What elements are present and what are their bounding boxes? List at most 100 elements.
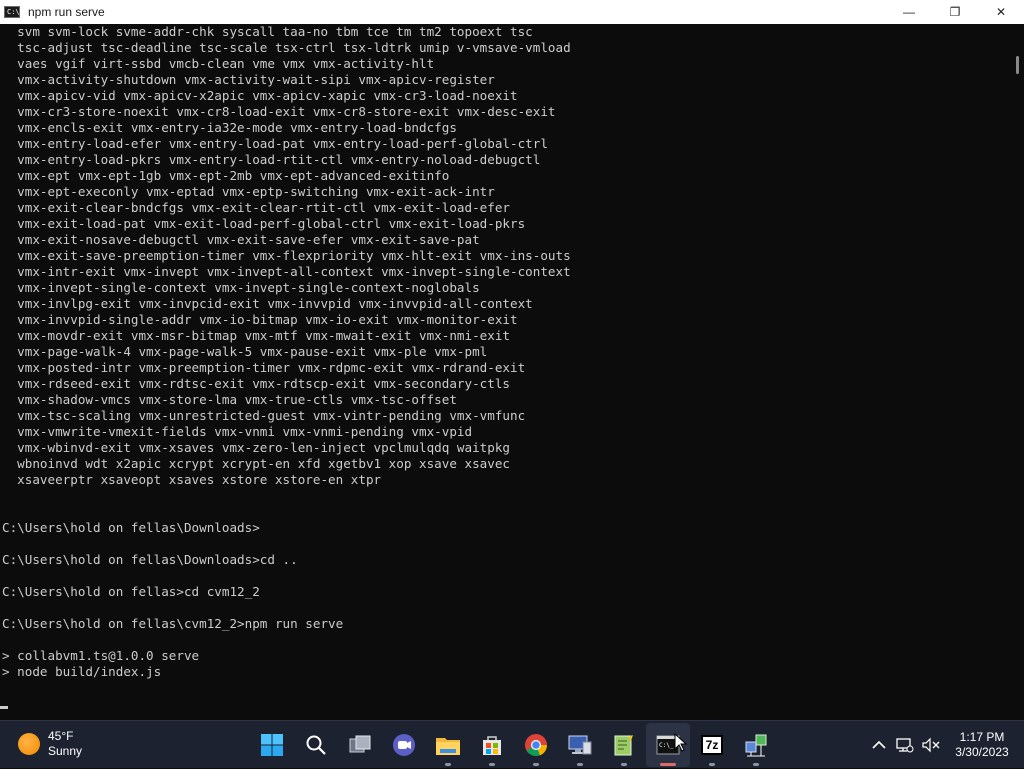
clock-time: 1:17 PM bbox=[959, 730, 1005, 744]
title-bar[interactable]: C:\ npm run serve — ❐ ✕ bbox=[0, 0, 1024, 24]
terminal-line: vmx-apicv-vid vmx-apicv-x2apic vmx-apicv… bbox=[2, 88, 518, 103]
system-tray bbox=[866, 721, 944, 769]
terminal-line: > node build/index.js bbox=[2, 664, 162, 679]
scrollbar-thumb[interactable] bbox=[1016, 56, 1019, 74]
folder-icon bbox=[436, 738, 460, 755]
terminal-line: vmx-vmwrite-vmexit-fields vmx-vnmi vmx-v… bbox=[2, 424, 473, 439]
command-prompt-window[interactable]: C:\ npm run serve — ❐ ✕ svm svm-lock svm… bbox=[0, 0, 1024, 720]
active-indicator bbox=[660, 763, 676, 766]
volume-button[interactable] bbox=[918, 737, 944, 753]
terminal-line: vmx-exit-save-preemption-timer vmx-flexp… bbox=[2, 248, 571, 263]
terminal-line: vmx-activity-shutdown vmx-activity-wait-… bbox=[2, 72, 495, 87]
terminal-line: vmx-invlpg-exit vmx-invpcid-exit vmx-inv… bbox=[2, 296, 533, 311]
network-icon bbox=[745, 734, 767, 757]
terminal-line: vmx-intr-exit vmx-invept vmx-invept-all-… bbox=[2, 264, 571, 279]
terminal-line: vmx-posted-intr vmx-preemption-timer vmx… bbox=[2, 360, 526, 375]
terminal-line: vmx-cr3-store-noexit vmx-cr8-load-exit v… bbox=[2, 104, 556, 119]
chat-icon bbox=[393, 734, 415, 756]
terminal-line: xsaveerptr xsaveopt xsaves xstore xstore… bbox=[2, 472, 382, 487]
minimize-button[interactable]: — bbox=[886, 0, 932, 24]
terminal-line: vmx-movdr-exit vmx-msr-bitmap vmx-mtf vm… bbox=[2, 328, 510, 343]
show-hidden-icons-button[interactable] bbox=[866, 740, 892, 750]
computer-icon bbox=[568, 735, 592, 755]
terminal-line: vmx-shadow-vmcs vmx-store-lma vmx-true-c… bbox=[2, 392, 457, 407]
7zip-icon: 7z bbox=[701, 735, 723, 755]
close-button[interactable]: ✕ bbox=[978, 0, 1024, 24]
microsoft-store-button[interactable] bbox=[470, 723, 514, 767]
volume-muted-icon bbox=[922, 737, 940, 753]
clock-date: 3/30/2023 bbox=[955, 745, 1009, 759]
cmd-app-icon: C:\ bbox=[4, 6, 20, 18]
taskbar: 45°F Sunny C:\_ 7z 1:17 PM 3/30/2023 bbox=[0, 720, 1024, 768]
terminal-line: vmx-page-walk-4 vmx-page-walk-5 vmx-paus… bbox=[2, 344, 488, 359]
sun-icon bbox=[18, 733, 40, 755]
terminal-line: C:\Users\hold on fellas>cd cvm12_2 bbox=[2, 584, 260, 599]
terminal-line: vmx-rdseed-exit vmx-rdtsc-exit vmx-rdtsc… bbox=[2, 376, 510, 391]
taskbar-apps: C:\_ 7z bbox=[250, 721, 778, 769]
taskbar-clock[interactable]: 1:17 PM 3/30/2023 bbox=[944, 730, 1020, 760]
notepad-plus-button[interactable] bbox=[602, 723, 646, 767]
network-tool-button[interactable] bbox=[734, 723, 778, 767]
terminal-line: vmx-entry-load-pkrs vmx-entry-load-rtit-… bbox=[2, 152, 541, 167]
weather-widget[interactable]: 45°F Sunny bbox=[18, 729, 82, 759]
vm-app-button[interactable] bbox=[558, 723, 602, 767]
store-icon bbox=[483, 736, 501, 755]
chrome-button[interactable] bbox=[514, 723, 558, 767]
running-indicator bbox=[621, 763, 627, 766]
running-indicator bbox=[753, 763, 759, 766]
network-status-button[interactable] bbox=[892, 737, 918, 753]
search-button[interactable] bbox=[294, 723, 338, 767]
teams-chat-button[interactable] bbox=[382, 723, 426, 767]
terminal-line: vmx-tsc-scaling vmx-unrestricted-guest v… bbox=[2, 408, 526, 423]
terminal-line: vmx-encls-exit vmx-entry-ia32e-mode vmx-… bbox=[2, 120, 457, 135]
terminal-line: vaes vgif virt-ssbd vmcb-clean vme vmx v… bbox=[2, 56, 435, 71]
running-indicator bbox=[577, 763, 583, 766]
terminal-line: C:\Users\hold on fellas\cvm12_2>npm run … bbox=[2, 616, 344, 631]
terminal-line: vmx-invvpid-single-addr vmx-io-bitmap vm… bbox=[2, 312, 518, 327]
task-view-icon bbox=[349, 735, 371, 753]
maximize-button[interactable]: ❐ bbox=[932, 0, 978, 24]
weather-condition: Sunny bbox=[48, 744, 83, 758]
running-indicator bbox=[533, 763, 539, 766]
terminal-line: vmx-ept-execonly vmx-eptad vmx-eptp-swit… bbox=[2, 184, 495, 199]
terminal-line: vmx-ept vmx-ept-1gb vmx-ept-2mb vmx-ept-… bbox=[2, 168, 450, 183]
chrome-icon bbox=[525, 734, 548, 757]
notepad-icon bbox=[614, 735, 633, 756]
terminal-line: C:\Users\hold on fellas\Downloads>cd .. bbox=[2, 552, 298, 567]
terminal-line: vmx-entry-load-efer vmx-entry-load-pat v… bbox=[2, 136, 548, 151]
start-button[interactable] bbox=[250, 723, 294, 767]
terminal-line: C:\Users\hold on fellas\Downloads> bbox=[2, 520, 260, 535]
ethernet-icon bbox=[896, 738, 914, 753]
terminal-line: vmx-wbinvd-exit vmx-xsaves vmx-zero-len-… bbox=[2, 440, 510, 455]
running-indicator bbox=[489, 763, 495, 766]
terminal-output[interactable]: svm svm-lock svme-addr-chk syscall taa-n… bbox=[0, 24, 1012, 720]
terminal-cursor bbox=[0, 706, 8, 709]
terminal-scrollbar[interactable] bbox=[1012, 24, 1024, 720]
terminal-line: vmx-exit-clear-bndcfgs vmx-exit-clear-rt… bbox=[2, 200, 510, 215]
windows-logo-icon bbox=[261, 734, 283, 756]
terminal-line: vmx-exit-load-pat vmx-exit-load-perf-glo… bbox=[2, 216, 526, 231]
running-indicator bbox=[709, 763, 715, 766]
weather-temp: 45°F bbox=[48, 729, 74, 743]
running-indicator bbox=[445, 763, 451, 766]
search-icon bbox=[306, 735, 326, 755]
window-title: npm run serve bbox=[28, 5, 105, 19]
svg-text:C:\_: C:\_ bbox=[659, 742, 674, 749]
terminal-line: svm svm-lock svme-addr-chk syscall taa-n… bbox=[2, 24, 533, 39]
7zip-button[interactable]: 7z bbox=[690, 723, 734, 767]
terminal-line: tsc-adjust tsc-deadline tsc-scale tsx-ct… bbox=[2, 40, 571, 55]
chevron-up-icon bbox=[872, 740, 886, 749]
mouse-cursor-icon bbox=[674, 732, 688, 758]
terminal-line: vmx-invept-single-context vmx-invept-sin… bbox=[2, 280, 480, 295]
file-explorer-button[interactable] bbox=[426, 723, 470, 767]
terminal-line: vmx-exit-nosave-debugctl vmx-exit-save-e… bbox=[2, 232, 480, 247]
terminal-line: > collabvm1.ts@1.0.0 serve bbox=[2, 648, 200, 663]
terminal-line: wbnoinvd wdt x2apic xcrypt xcrypt-en xfd… bbox=[2, 456, 510, 471]
task-view-button[interactable] bbox=[338, 723, 382, 767]
